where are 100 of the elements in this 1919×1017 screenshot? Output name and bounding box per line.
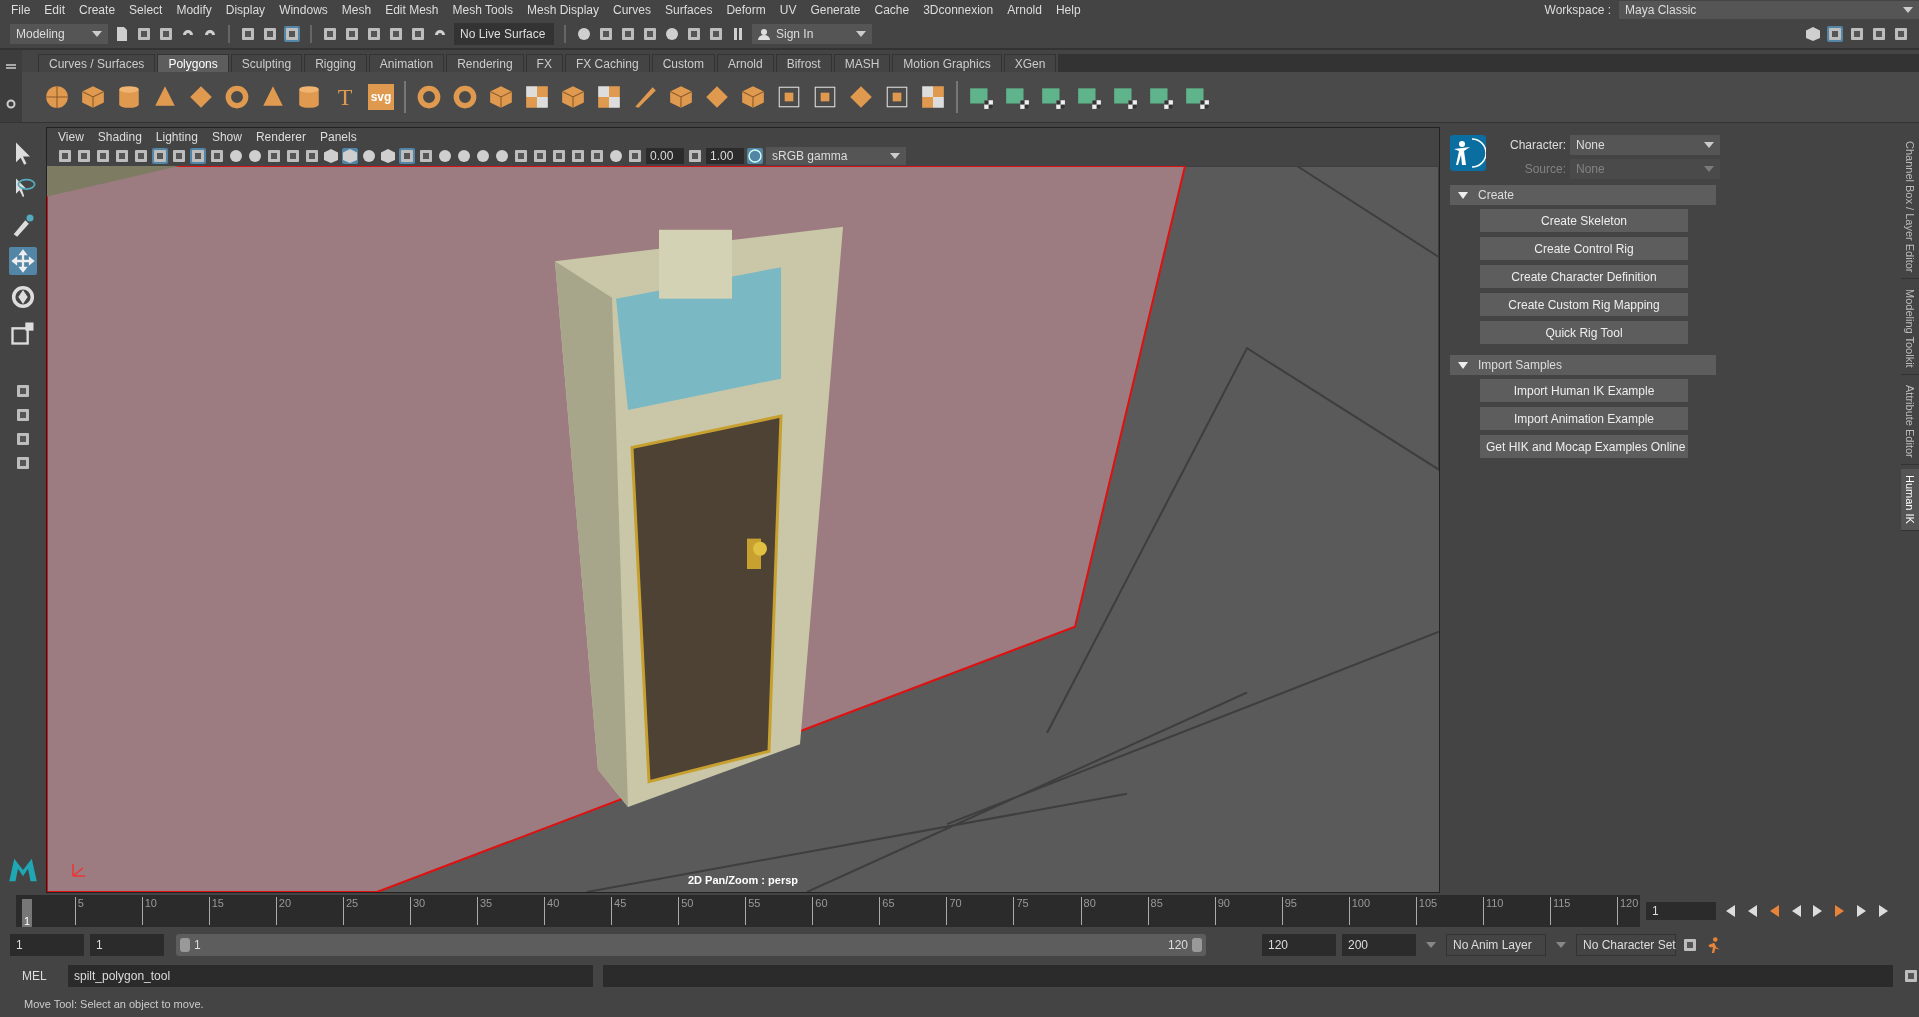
sphere-icon[interactable]: [44, 84, 70, 110]
end-time-field[interactable]: 200: [1342, 934, 1416, 956]
color-space-dropdown[interactable]: sRGB gamma: [766, 147, 906, 165]
menu-item[interactable]: File: [4, 3, 38, 17]
circle-icon[interactable]: [228, 148, 244, 164]
shelf-tab[interactable]: MASH: [833, 54, 891, 72]
menu-item[interactable]: Cache: [867, 3, 917, 17]
section-header[interactable]: Create: [1450, 185, 1716, 205]
cylinder-icon[interactable]: [296, 84, 322, 110]
ring-icon[interactable]: [452, 84, 478, 110]
diamond-icon[interactable]: [188, 84, 214, 110]
panel-menu-item[interactable]: Show: [204, 130, 249, 144]
rotate-tool[interactable]: [9, 283, 37, 311]
start-time-field[interactable]: 1: [10, 934, 84, 956]
menu-item[interactable]: Display: [218, 3, 273, 17]
panel-menu-item[interactable]: View: [51, 130, 91, 144]
menu-item[interactable]: Curves: [606, 3, 659, 17]
shelf-tab[interactable]: Rigging: [304, 54, 367, 72]
action-button[interactable]: Quick Rig Tool: [1480, 321, 1688, 344]
dropdown-icon[interactable]: [1556, 942, 1566, 948]
cube-icon[interactable]: [380, 148, 396, 164]
panel-menu-item[interactable]: Lighting: [148, 130, 205, 144]
character-set-dropdown[interactable]: No Character Set: [1576, 934, 1676, 956]
script-language-label[interactable]: MEL: [22, 969, 58, 983]
toggle-icon[interactable]: [747, 148, 763, 164]
square-icon[interactable]: [570, 148, 586, 164]
ring-icon[interactable]: [224, 84, 250, 110]
action-button[interactable]: Create Skeleton: [1480, 209, 1688, 232]
square-icon[interactable]: [513, 148, 529, 164]
panel-menu-item[interactable]: Panels: [312, 130, 364, 144]
dropdown-icon[interactable]: [1426, 942, 1436, 948]
cylinder-icon[interactable]: [116, 84, 142, 110]
text-icon[interactable]: T: [332, 84, 358, 110]
cube-icon[interactable]: [488, 84, 514, 110]
shelf-tab[interactable]: FX Caching: [564, 54, 650, 72]
menu-item[interactable]: UV: [772, 3, 804, 17]
menu-item[interactable]: Help: [1048, 3, 1088, 17]
exposure-field[interactable]: 0.00: [646, 148, 684, 164]
menu-item[interactable]: Arnold: [1000, 3, 1049, 17]
action-button[interactable]: Import Animation Example: [1480, 407, 1688, 430]
action-button[interactable]: Get HIK and Mocap Examples Online: [1480, 435, 1688, 458]
diamond-icon[interactable]: [848, 84, 874, 110]
action-button[interactable]: Import Human IK Example: [1480, 379, 1688, 402]
gamma-field[interactable]: 1.00: [706, 148, 744, 164]
menu-item[interactable]: Mesh Display: [520, 3, 607, 17]
sphere-icon[interactable]: [456, 148, 472, 164]
action-button[interactable]: Create Character Definition: [1480, 265, 1688, 288]
menu-item[interactable]: Windows: [272, 3, 335, 17]
cube-icon[interactable]: [342, 148, 358, 164]
sphere-icon[interactable]: [361, 148, 377, 164]
panel-menu-item[interactable]: Renderer: [248, 130, 313, 144]
ring-icon[interactable]: [416, 84, 442, 110]
menu-item[interactable]: Surfaces: [658, 3, 720, 17]
square-icon[interactable]: [551, 148, 567, 164]
cube-icon[interactable]: [560, 84, 586, 110]
cube-icon[interactable]: [323, 148, 339, 164]
sign-in-button[interactable]: Sign In: [752, 24, 872, 44]
playback-end-field[interactable]: 120: [1262, 934, 1336, 956]
file-icon[interactable]: [114, 26, 130, 42]
shelf-tab[interactable]: Custom: [651, 54, 715, 72]
cube-icon[interactable]: [740, 84, 766, 110]
playback-start-field[interactable]: 1: [90, 934, 164, 956]
section-header[interactable]: Import Samples: [1450, 355, 1716, 375]
action-button[interactable]: Create Control Rig: [1480, 237, 1688, 260]
cube-icon[interactable]: [1805, 26, 1821, 42]
range-slider[interactable]: 1 120: [176, 934, 1206, 956]
current-frame-marker[interactable]: 1: [22, 899, 32, 927]
action-button[interactable]: Create Custom Rig Mapping: [1480, 293, 1688, 316]
menu-item[interactable]: 3Dconnexion: [916, 3, 1001, 17]
current-frame-field[interactable]: 1: [1646, 902, 1716, 920]
shelf-tab[interactable]: Bifrost: [775, 54, 832, 72]
shelf-tab[interactable]: Sculpting: [230, 54, 303, 72]
shelf-tab[interactable]: Motion Graphics: [892, 54, 1002, 72]
character-dropdown[interactable]: None: [1570, 135, 1720, 155]
command-input[interactable]: spilt_polygon_tool: [68, 965, 593, 987]
shelf-tab[interactable]: FX: [525, 54, 563, 72]
knife-icon[interactable]: [632, 84, 658, 110]
menu-item[interactable]: Edit: [37, 3, 73, 17]
cube-icon[interactable]: [668, 84, 694, 110]
menu-icon[interactable]: [6, 63, 16, 72]
menu-item[interactable]: Edit Mesh: [378, 3, 446, 17]
anim-layer-dropdown[interactable]: No Anim Layer: [1446, 934, 1546, 956]
workspace-dropdown[interactable]: Maya Classic: [1619, 1, 1919, 19]
menu-item[interactable]: Modify: [169, 3, 219, 17]
circle-icon[interactable]: [664, 26, 680, 42]
range-handle[interactable]: [1192, 938, 1202, 952]
live-surface-field[interactable]: No Live Surface: [454, 23, 554, 45]
shelf-tab[interactable]: Arnold: [716, 54, 774, 72]
menu-item[interactable]: Mesh: [334, 3, 379, 17]
cube-icon[interactable]: [80, 84, 106, 110]
shelf-tab[interactable]: Curves / Surfaces: [38, 54, 156, 72]
move-tool[interactable]: [9, 247, 37, 275]
side-tab[interactable]: Human IK: [1901, 468, 1919, 531]
circle-icon[interactable]: [475, 148, 491, 164]
shelf-tab[interactable]: XGen: [1003, 54, 1057, 72]
range-handle[interactable]: [180, 938, 190, 952]
menu-item[interactable]: Deform: [719, 3, 773, 17]
time-slider[interactable]: 1 5 10 15 20 25 30 35 40 45 50 55 60 65 70 75 80 85 90 95 100 105 110 115 120: [16, 895, 1640, 927]
shelf-tab[interactable]: Polygons: [157, 54, 229, 72]
menu-item[interactable]: Select: [122, 3, 170, 17]
